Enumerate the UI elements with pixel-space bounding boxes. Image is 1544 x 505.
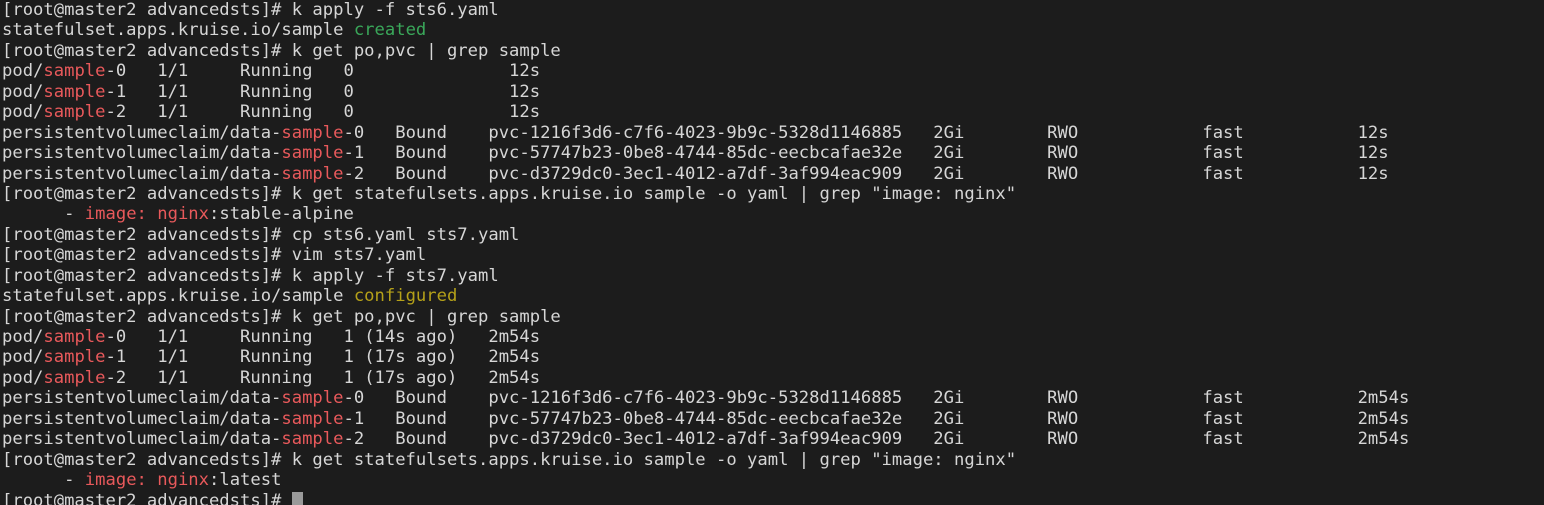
terminal-text-red: sample xyxy=(43,81,106,102)
terminal-text: [root@master2 advancedsts]# k apply -f s… xyxy=(2,0,499,20)
terminal-line: [root@master2 advancedsts]# vim sts7.yam… xyxy=(2,245,1544,265)
terminal-screen[interactable]: [root@master2 advancedsts]# k apply -f s… xyxy=(0,0,1544,505)
terminal-text-red: image: xyxy=(84,204,147,225)
terminal-text: pod/ xyxy=(2,81,44,102)
terminal-text: -0 1/1 Running 1 (14s ago) 2m54s xyxy=(105,327,541,347)
terminal-text: pod/ xyxy=(2,102,44,123)
terminal-line: [root@master2 advancedsts]# k apply -f s… xyxy=(2,266,1544,286)
terminal-text: persistentvolumeclaim/data- xyxy=(2,429,282,450)
terminal-text: statefulset.apps.kruise.io/sample xyxy=(2,20,354,41)
terminal-line: - image: nginx:latest xyxy=(2,470,1544,490)
terminal-text: -2 1/1 Running 0 12s xyxy=(105,102,541,123)
terminal-text-red: nginx xyxy=(157,204,209,225)
terminal-text: persistentvolumeclaim/data- xyxy=(2,408,282,429)
terminal-text: persistentvolumeclaim/data- xyxy=(2,388,282,409)
terminal-text-green: created xyxy=(353,20,427,41)
terminal-text: [root@master2 advancedsts]# k get statef… xyxy=(2,183,1017,204)
terminal-text: -1 Bound pvc-57747b23-0be8-4744-85dc-eec… xyxy=(343,408,1410,429)
terminal-line: - image: nginx:stable-alpine xyxy=(2,204,1544,224)
terminal-line: persistentvolumeclaim/data-sample-1 Boun… xyxy=(2,143,1544,163)
terminal-text: persistentvolumeclaim/data- xyxy=(2,122,282,143)
terminal-text: [root@master2 advancedsts]# k get statef… xyxy=(2,449,1017,470)
terminal-line: persistentvolumeclaim/data-sample-2 Boun… xyxy=(2,164,1544,184)
terminal-line: persistentvolumeclaim/data-sample-2 Boun… xyxy=(2,429,1544,449)
terminal-text: pod/ xyxy=(2,327,44,347)
terminal-text-red: sample xyxy=(43,61,106,82)
terminal-text: statefulset.apps.kruise.io/sample xyxy=(2,286,354,307)
terminal-line: persistentvolumeclaim/data-sample-0 Boun… xyxy=(2,123,1544,143)
terminal-text-yellow: configured xyxy=(353,286,458,307)
terminal-line: persistentvolumeclaim/data-sample-0 Boun… xyxy=(2,388,1544,408)
terminal-text: persistentvolumeclaim/data- xyxy=(2,163,282,184)
terminal-line: statefulset.apps.kruise.io/sample create… xyxy=(2,20,1544,40)
terminal-text: pod/ xyxy=(2,367,44,388)
terminal-text: - xyxy=(2,470,85,491)
terminal-line: [root@master2 advancedsts]# k get po,pvc… xyxy=(2,307,1544,327)
terminal-text-red: sample xyxy=(281,408,344,429)
terminal-line: [root@master2 advancedsts]# k get statef… xyxy=(2,450,1544,470)
terminal-text: -0 Bound pvc-1216f3d6-c7f6-4023-9b9c-532… xyxy=(343,388,1410,409)
terminal-line: persistentvolumeclaim/data-sample-1 Boun… xyxy=(2,409,1544,429)
terminal-text: persistentvolumeclaim/data- xyxy=(2,143,282,164)
terminal-line: pod/sample-0 1/1 Running 1 (14s ago) 2m5… xyxy=(2,327,1544,347)
terminal-line: [root@master2 advancedsts]# xyxy=(2,491,1544,505)
terminal-line: pod/sample-2 1/1 Running 1 (17s ago) 2m5… xyxy=(2,368,1544,388)
terminal-line: pod/sample-0 1/1 Running 0 12s xyxy=(2,61,1544,81)
terminal-text: :stable-alpine xyxy=(209,204,354,225)
terminal-text: :latest xyxy=(209,470,282,491)
terminal-text: [root@master2 advancedsts]# xyxy=(2,490,292,505)
terminal-line: [root@master2 advancedsts]# cp sts6.yaml… xyxy=(2,225,1544,245)
terminal-line: pod/sample-1 1/1 Running 1 (17s ago) 2m5… xyxy=(2,347,1544,367)
terminal-text: pod/ xyxy=(2,347,44,368)
terminal-line: statefulset.apps.kruise.io/sample config… xyxy=(2,286,1544,306)
terminal-text: - xyxy=(2,204,85,225)
terminal-text: -0 Bound pvc-1216f3d6-c7f6-4023-9b9c-532… xyxy=(343,122,1389,143)
terminal-text: -2 1/1 Running 1 (17s ago) 2m54s xyxy=(105,367,541,388)
terminal-text: [root@master2 advancedsts]# k get po,pvc… xyxy=(2,306,561,327)
terminal-text: -1 Bound pvc-57747b23-0be8-4744-85dc-eec… xyxy=(343,143,1389,164)
terminal-text-red: sample xyxy=(281,122,344,143)
terminal-cursor xyxy=(291,491,303,505)
terminal-line: [root@master2 advancedsts]# k apply -f s… xyxy=(2,0,1544,20)
terminal-line: [root@master2 advancedsts]# k get po,pvc… xyxy=(2,41,1544,61)
terminal-text: [root@master2 advancedsts]# k get po,pvc… xyxy=(2,40,561,61)
terminal-line: pod/sample-1 1/1 Running 0 12s xyxy=(2,82,1544,102)
terminal-text: -1 1/1 Running 0 12s xyxy=(105,81,541,102)
terminal-text-red: sample xyxy=(281,388,344,409)
terminal-text-red: image: xyxy=(84,470,147,491)
terminal-text: [root@master2 advancedsts]# k apply -f s… xyxy=(2,265,499,286)
terminal-text-red: sample xyxy=(281,163,344,184)
terminal-text-red: sample xyxy=(281,429,344,450)
terminal-text: -0 1/1 Running 0 12s xyxy=(105,61,541,82)
terminal-text-red: nginx xyxy=(157,470,209,491)
terminal-text: -1 1/1 Running 1 (17s ago) 2m54s xyxy=(105,347,541,368)
terminal-line: [root@master2 advancedsts]# k get statef… xyxy=(2,184,1544,204)
terminal-line: pod/sample-2 1/1 Running 0 12s xyxy=(2,102,1544,122)
terminal-text-red: sample xyxy=(43,102,106,123)
terminal-text: -2 Bound pvc-d3729dc0-3ec1-4012-a7df-3af… xyxy=(343,163,1389,184)
terminal-text: [root@master2 advancedsts]# vim sts7.yam… xyxy=(2,245,427,266)
terminal-text-red: sample xyxy=(43,367,106,388)
terminal-text-red: sample xyxy=(43,327,106,347)
terminal-text-red: sample xyxy=(43,347,106,368)
terminal-text: [root@master2 advancedsts]# cp sts6.yaml… xyxy=(2,224,520,245)
terminal-text-red: sample xyxy=(281,143,344,164)
terminal-text: pod/ xyxy=(2,61,44,82)
terminal-text: -2 Bound pvc-d3729dc0-3ec1-4012-a7df-3af… xyxy=(343,429,1410,450)
